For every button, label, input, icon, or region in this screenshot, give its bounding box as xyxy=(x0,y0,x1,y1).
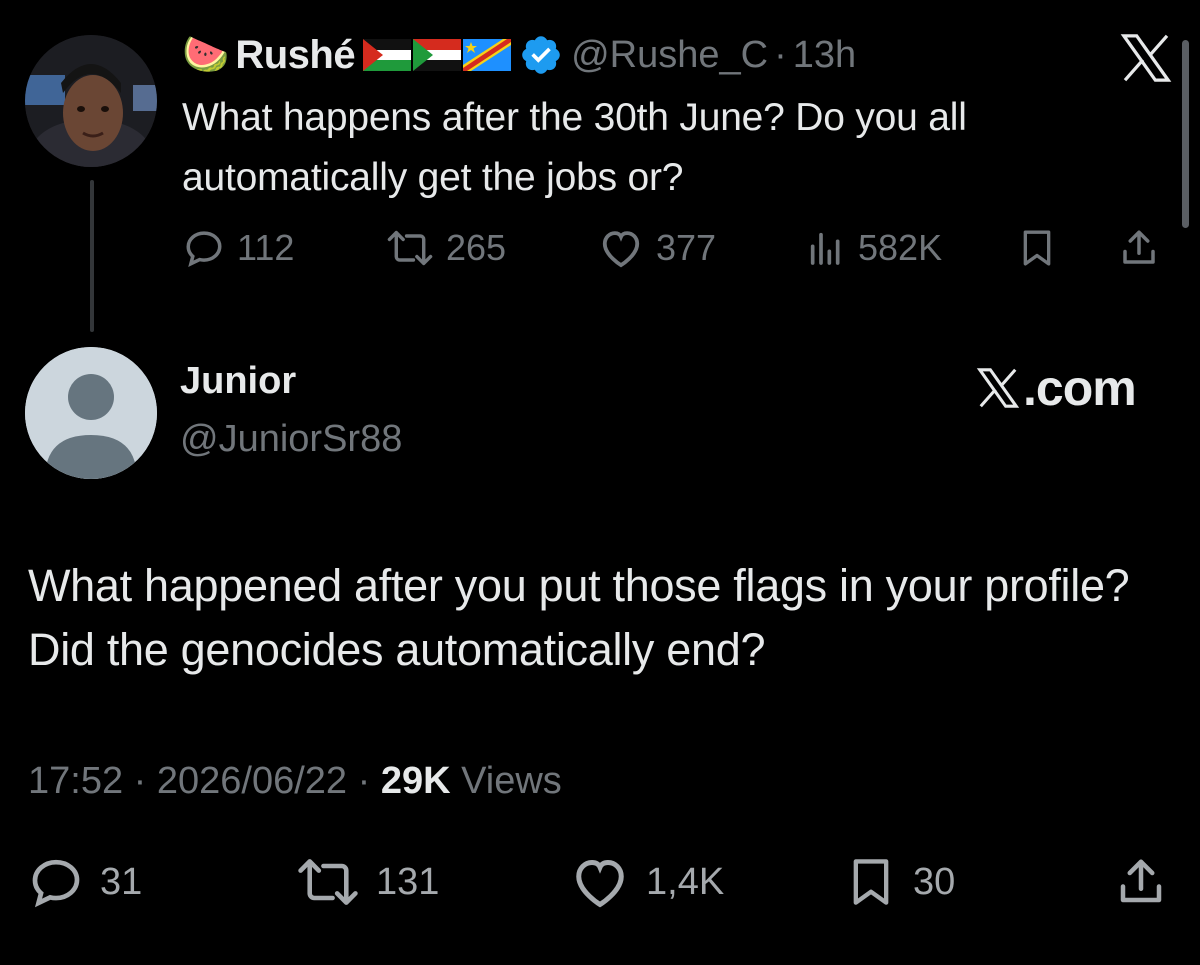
palestine-flag-icon xyxy=(363,39,412,71)
junior-default-avatar[interactable] xyxy=(25,347,157,479)
parent-like-button[interactable]: 377 xyxy=(598,220,716,276)
reply-share-button[interactable] xyxy=(1114,852,1184,912)
reply-reply-count: 31 xyxy=(100,860,143,903)
verified-badge-icon xyxy=(522,36,560,74)
reply-reply-button[interactable]: 31 xyxy=(28,852,142,912)
rushe-avatar[interactable] xyxy=(25,35,157,167)
thread-connector-line xyxy=(90,180,94,332)
reply-like-button[interactable]: 1,4K xyxy=(570,852,724,912)
repost-icon xyxy=(298,859,358,905)
parent-time-ago[interactable]: 13h xyxy=(793,34,856,77)
x-logo-icon xyxy=(976,368,1020,408)
reply-views-count: 29K xyxy=(380,760,451,802)
parent-reply-count: 112 xyxy=(237,227,295,268)
watermelon-emoji: 🍉 xyxy=(182,34,230,76)
reply-tweet-text: What happened after you put those flags … xyxy=(28,560,1130,675)
meta-dot: · xyxy=(133,760,147,802)
parent-views-count: 582K xyxy=(858,227,943,268)
reply-date[interactable]: 2026/06/22 xyxy=(157,760,347,802)
parent-share-button[interactable] xyxy=(1118,220,1172,276)
parent-like-count: 377 xyxy=(656,227,717,268)
watermark-domain: .com xyxy=(1023,360,1137,416)
reply-timestamp-line: 17:52 · 2026/06/22 · 29K Views xyxy=(28,760,562,803)
heart-icon xyxy=(576,859,624,908)
meta-dot: · xyxy=(357,760,371,802)
reply-handle[interactable]: @JuniorSr88 xyxy=(180,418,402,461)
reply-icon xyxy=(32,859,80,908)
reply-repost-button[interactable]: 131 xyxy=(296,852,439,912)
reply-bookmark-count: 30 xyxy=(913,860,956,903)
reply-views-label: Views xyxy=(461,760,562,802)
reply-display-name[interactable]: Junior xyxy=(180,360,296,403)
scrollbar[interactable] xyxy=(1182,40,1189,228)
repost-icon xyxy=(387,230,433,266)
reply-icon xyxy=(186,231,222,267)
parent-views-button[interactable]: 582K xyxy=(806,220,942,276)
share-icon xyxy=(1123,230,1155,264)
bookmark-icon xyxy=(1023,230,1051,266)
heart-icon xyxy=(602,231,640,268)
x-logo-icon[interactable] xyxy=(1118,30,1174,86)
parent-reply-button[interactable]: 112 xyxy=(183,220,294,276)
parent-repost-button[interactable]: 265 xyxy=(386,220,506,276)
parent-repost-count: 265 xyxy=(446,227,507,268)
dr-congo-flag-icon xyxy=(463,39,512,71)
views-icon xyxy=(810,232,840,265)
parent-handle[interactable]: @Rushe_C xyxy=(571,34,768,77)
parent-tweet-text: What happens after the 30th June? Do you… xyxy=(182,96,967,199)
parent-bookmark-button[interactable] xyxy=(1017,220,1069,276)
reply-repost-count: 131 xyxy=(376,860,440,903)
reply-time[interactable]: 17:52 xyxy=(28,760,123,802)
sudan-flag-icon xyxy=(413,39,462,71)
bookmark-icon xyxy=(853,859,889,905)
header-dot: · xyxy=(774,33,787,76)
share-icon xyxy=(1120,859,1162,903)
parent-display-name[interactable]: Rushé xyxy=(235,33,355,78)
reply-like-count: 1,4K xyxy=(646,860,725,903)
reply-bookmark-button[interactable]: 30 xyxy=(845,852,955,912)
x-com-watermark: .com xyxy=(975,358,1137,418)
parent-tweet-header: 🍉 Rushé @Rushe_C · 13h xyxy=(182,30,856,80)
